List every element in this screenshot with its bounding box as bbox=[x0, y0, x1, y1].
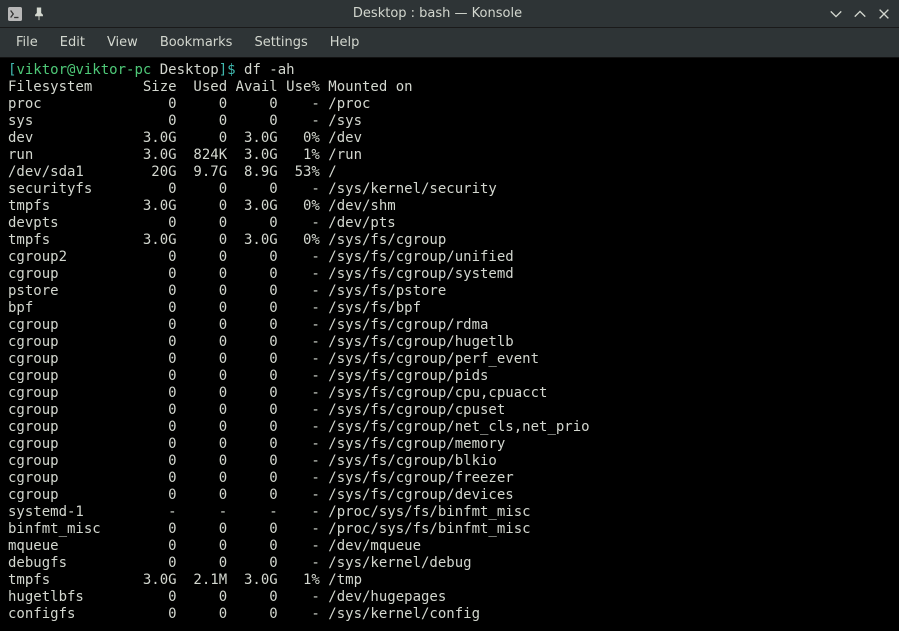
output-rows: proc 0 0 0 - /proc sys 0 0 0 - /sys dev … bbox=[8, 96, 891, 623]
close-icon[interactable] bbox=[877, 7, 891, 21]
prompt-command: df -ah bbox=[236, 62, 295, 78]
minimize-icon[interactable] bbox=[829, 7, 843, 21]
prompt-cwd: Desktop bbox=[151, 62, 218, 78]
menu-view[interactable]: View bbox=[97, 31, 148, 54]
prompt-bracket-close: ]$ bbox=[219, 62, 236, 78]
menu-edit[interactable]: Edit bbox=[50, 31, 95, 54]
prompt-user-host: viktor@viktor-pc bbox=[16, 62, 151, 78]
titlebar: Desktop : bash — Konsole bbox=[0, 0, 899, 28]
terminal-output[interactable]: [viktor@viktor-pc Desktop]$ df -ah Files… bbox=[0, 58, 899, 631]
menu-settings[interactable]: Settings bbox=[244, 31, 317, 54]
output-header: Filesystem Size Used Avail Use% Mounted … bbox=[8, 79, 413, 95]
maximize-icon[interactable] bbox=[853, 7, 867, 21]
menu-help[interactable]: Help bbox=[320, 31, 370, 54]
menu-bookmarks[interactable]: Bookmarks bbox=[150, 31, 243, 54]
pin-icon[interactable] bbox=[32, 7, 46, 21]
window-title: Desktop : bash — Konsole bbox=[46, 6, 829, 21]
app-icon bbox=[8, 7, 22, 21]
menu-file[interactable]: File bbox=[6, 31, 48, 54]
menubar: File Edit View Bookmarks Settings Help bbox=[0, 28, 899, 58]
scrollbar[interactable] bbox=[893, 58, 896, 627]
